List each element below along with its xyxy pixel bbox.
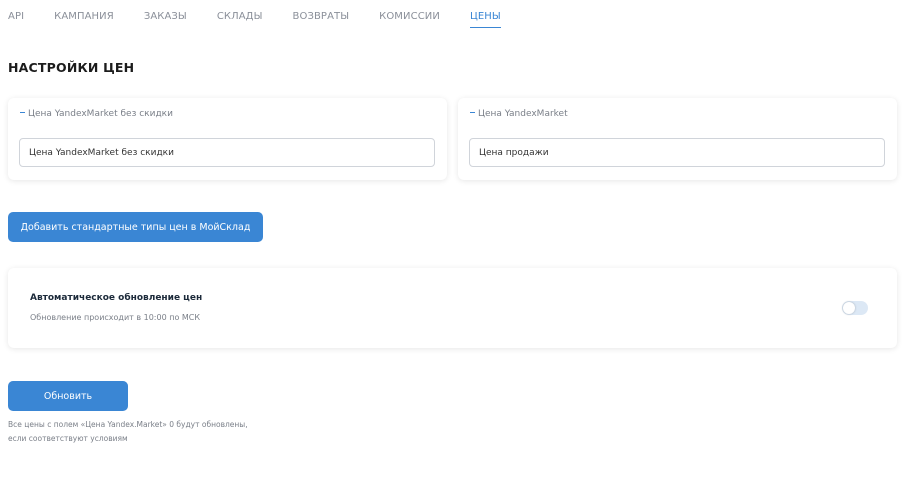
tab-campaign[interactable]: КАМПАНИЯ [54,10,114,28]
update-note: Все цены с полем «Цена Yandex.Market» 0 … [8,418,268,446]
sale-price-card: Цена YandexMarket [458,98,897,180]
auto-update-card: Автоматическое обновление цен Обновление… [8,268,897,348]
tab-commissions[interactable]: КОМИССИИ [379,10,440,28]
sale-price-label-text: Цена YandexMarket [478,109,568,119]
tab-orders[interactable]: ЗАКАЗЫ [144,10,187,28]
page-title: НАСТРОЙКИ ЦЕН [8,60,135,75]
auto-update-toggle[interactable] [842,301,868,315]
auto-update-subtitle: Обновление происходит в 10:00 по МСК [30,313,201,322]
tab-prices[interactable]: ЦЕНЫ [469,10,501,28]
toggle-knob [843,302,855,314]
add-standard-price-types-button[interactable]: Добавить стандартные типы цен в МойСклад [8,212,263,242]
update-note-line-2: если соответствуют условиям [8,434,128,443]
update-note-line-1: Все цены с полем «Цена Yandex.Market» 0 … [8,420,248,429]
base-price-card: Цена YandexMarket без скидки [8,98,447,180]
dash-icon [470,112,475,113]
sale-price-label: Цена YandexMarket [470,109,568,119]
dash-icon [20,112,25,113]
tab-returns[interactable]: ВОЗВРАТЫ [293,10,350,28]
base-price-label-text: Цена YandexMarket без скидки [28,109,173,119]
tab-api[interactable]: API [8,10,24,28]
base-price-label: Цена YandexMarket без скидки [20,109,173,119]
sale-price-input[interactable] [469,138,885,167]
tab-warehouses[interactable]: СКЛАДЫ [217,10,263,28]
auto-update-title: Автоматическое обновление цен [30,293,203,303]
tab-bar: API КАМПАНИЯ ЗАКАЗЫ СКЛАДЫ ВОЗВРАТЫ КОМИ… [8,10,531,28]
update-button[interactable]: Обновить [8,381,128,411]
base-price-input[interactable] [19,138,435,167]
